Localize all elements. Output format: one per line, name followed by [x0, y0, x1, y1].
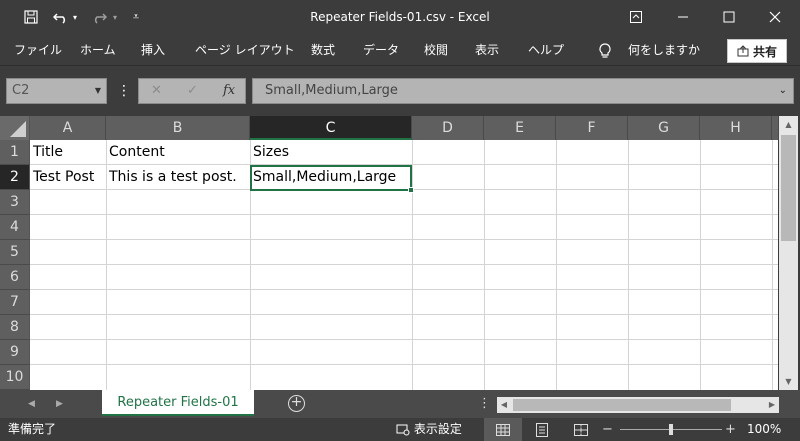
- customize-qat-icon[interactable]: ⩡: [128, 0, 144, 34]
- undo-dropdown-icon[interactable]: ▾: [70, 0, 80, 34]
- horizontal-scroll-thumb[interactable]: [513, 399, 731, 411]
- undo-icon[interactable]: [50, 0, 72, 34]
- select-all-button[interactable]: [0, 116, 30, 140]
- status-bar: 準備完了 表示設定 − + 100%: [0, 418, 800, 441]
- display-settings-button[interactable]: 表示設定: [396, 418, 462, 441]
- tell-me-search[interactable]: 何をしますか: [628, 34, 700, 66]
- menu-formulas[interactable]: 数式: [311, 34, 335, 66]
- minimize-icon[interactable]: [672, 0, 694, 34]
- cancel-icon[interactable]: ✕: [151, 79, 162, 103]
- row-header-9[interactable]: 9: [0, 340, 30, 365]
- cell-b2[interactable]: This is a test post.: [106, 165, 237, 190]
- page-layout-view-icon[interactable]: [523, 418, 561, 441]
- ribbon-display-icon[interactable]: [625, 0, 647, 34]
- name-box-value: C2: [12, 83, 30, 98]
- scroll-right-icon[interactable]: ▶: [765, 397, 779, 413]
- row-header-4[interactable]: 4: [0, 215, 30, 240]
- share-button[interactable]: 共有: [727, 39, 787, 63]
- menu-home[interactable]: ホーム: [80, 34, 116, 66]
- display-settings-icon: [396, 424, 410, 435]
- prev-sheet-icon[interactable]: ◀: [28, 390, 35, 418]
- horizontal-scrollbar[interactable]: ◀ ▶: [497, 397, 779, 413]
- zoom-level[interactable]: 100%: [747, 418, 781, 441]
- next-sheet-icon[interactable]: ▶: [56, 390, 63, 418]
- cell-c1[interactable]: Sizes: [250, 140, 289, 165]
- scroll-down-icon[interactable]: ▼: [779, 373, 798, 390]
- name-box-dropdown-icon[interactable]: ▼: [95, 79, 101, 103]
- title-bar: ▾ ▾ ⩡ Repeater Fields-01.csv - Excel: [0, 0, 800, 34]
- formula-input[interactable]: Small,Medium,Large ⌄: [252, 78, 794, 104]
- cell-a2[interactable]: Test Post: [30, 165, 94, 190]
- column-header-d[interactable]: D: [412, 116, 484, 140]
- expand-formula-icon[interactable]: ⌄: [779, 79, 787, 103]
- row-header-1[interactable]: 1: [0, 140, 30, 165]
- row-header-3[interactable]: 3: [0, 190, 30, 215]
- fill-handle[interactable]: [408, 187, 414, 193]
- menu-help[interactable]: ヘルプ: [528, 34, 564, 66]
- page-break-view-icon[interactable]: [562, 418, 600, 441]
- column-header-c[interactable]: C: [250, 116, 412, 140]
- row-header-6[interactable]: 6: [0, 265, 30, 290]
- share-icon: [737, 45, 749, 57]
- cell-area[interactable]: Title Content Sizes Test Post This is a …: [30, 140, 778, 390]
- normal-view-icon[interactable]: [484, 418, 522, 441]
- formula-buttons: ✕ ✓ fx: [138, 78, 246, 104]
- menu-view[interactable]: 表示: [475, 34, 499, 66]
- column-header-partial: [772, 116, 779, 140]
- status-ready: 準備完了: [8, 422, 57, 436]
- scroll-left-icon[interactable]: ◀: [497, 397, 511, 413]
- active-cell-border: [250, 165, 412, 191]
- scroll-up-icon[interactable]: ▲: [779, 116, 798, 133]
- sheet-tab-active[interactable]: Repeater Fields-01: [102, 390, 254, 416]
- menu-review[interactable]: 校閲: [424, 34, 448, 66]
- column-header-b[interactable]: B: [106, 116, 250, 140]
- row-header-7[interactable]: 7: [0, 290, 30, 315]
- column-header-g[interactable]: G: [628, 116, 700, 140]
- zoom-slider-knob[interactable]: [669, 424, 673, 435]
- ribbon-menu: ファイル ホーム 挿入 ページ レイアウト 数式 データ 校閲 表示 ヘルプ 何…: [0, 34, 800, 66]
- column-header-f[interactable]: F: [556, 116, 628, 140]
- menu-insert[interactable]: 挿入: [141, 34, 165, 66]
- menu-file[interactable]: ファイル: [14, 34, 62, 66]
- maximize-icon[interactable]: [718, 0, 740, 34]
- share-label: 共有: [752, 44, 777, 59]
- column-header-a[interactable]: A: [30, 116, 106, 140]
- worksheet-grid: A B C D E F G H 1 2 3 4 5 6 7 8 9 10 Tit…: [0, 116, 800, 390]
- row-header-2[interactable]: 2: [0, 165, 30, 190]
- row-header-10[interactable]: 10: [0, 365, 30, 390]
- redo-icon[interactable]: [88, 0, 110, 34]
- cell-b1[interactable]: Content: [106, 140, 165, 165]
- add-sheet-icon[interactable]: +: [288, 395, 305, 412]
- lightbulb-icon: [598, 34, 612, 66]
- menu-page-layout[interactable]: ページ レイアウト: [195, 34, 295, 66]
- zoom-out-button[interactable]: −: [602, 418, 613, 441]
- row-header-8[interactable]: 8: [0, 315, 30, 340]
- vertical-scroll-thumb[interactable]: [781, 135, 796, 241]
- save-icon[interactable]: [20, 0, 42, 34]
- vertical-scrollbar[interactable]: ▲ ▼: [779, 116, 798, 390]
- cell-a1[interactable]: Title: [30, 140, 63, 165]
- insert-function-icon[interactable]: fx: [223, 79, 235, 103]
- column-header-e[interactable]: E: [484, 116, 556, 140]
- display-settings-label: 表示設定: [413, 422, 462, 436]
- redo-dropdown-icon[interactable]: ▾: [110, 0, 120, 34]
- formula-bar-grip-icon[interactable]: ⋮: [117, 78, 131, 104]
- zoom-in-button[interactable]: +: [725, 418, 736, 441]
- close-icon[interactable]: [764, 0, 786, 34]
- row-header-5[interactable]: 5: [0, 240, 30, 265]
- tab-split-icon[interactable]: ⋮: [478, 390, 491, 418]
- name-box[interactable]: C2 ▼: [6, 78, 107, 104]
- menu-data[interactable]: データ: [363, 34, 399, 66]
- column-header-h[interactable]: H: [700, 116, 772, 140]
- formula-content: Small,Medium,Large: [265, 83, 398, 98]
- enter-icon[interactable]: ✓: [187, 79, 198, 103]
